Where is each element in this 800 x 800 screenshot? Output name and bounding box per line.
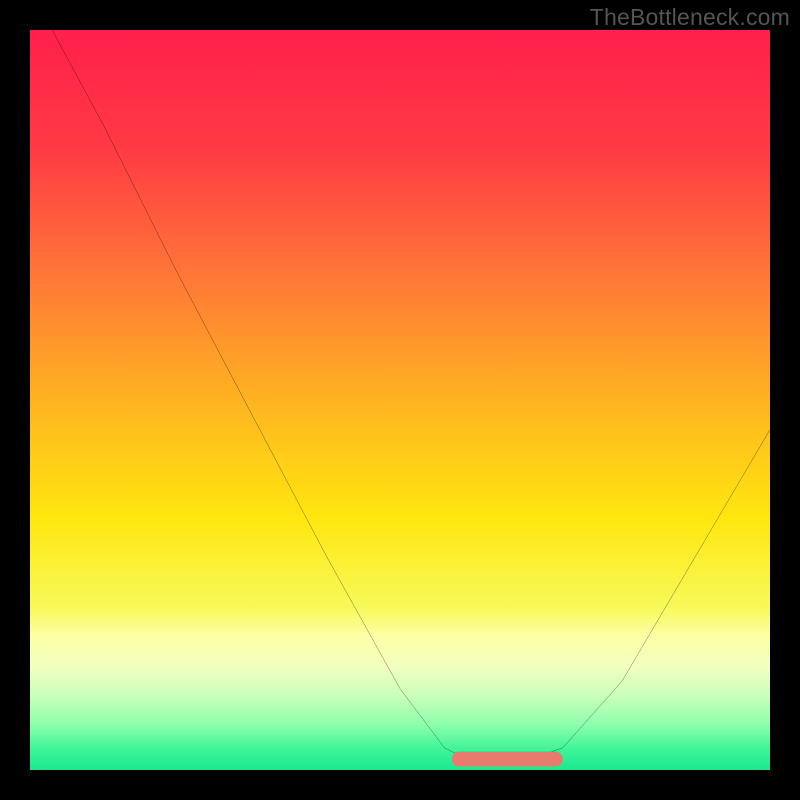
min-plateau-marker: [30, 30, 770, 770]
plot-area: [30, 30, 770, 770]
chart-frame: TheBottleneck.com: [0, 0, 800, 800]
watermark-text: TheBottleneck.com: [590, 4, 790, 31]
